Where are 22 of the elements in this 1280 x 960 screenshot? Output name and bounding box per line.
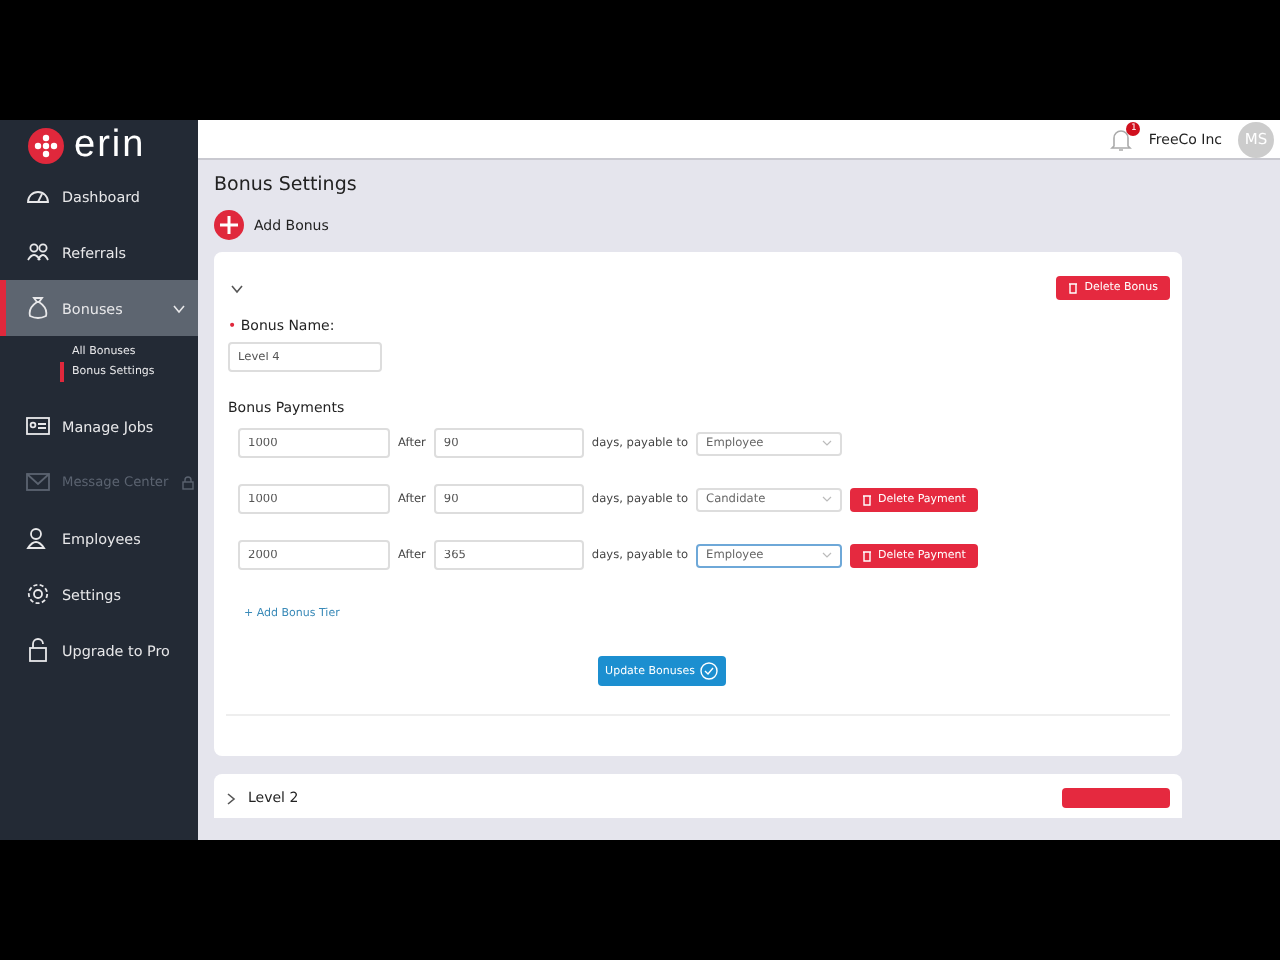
chevron-icon bbox=[822, 552, 833, 558]
trash-icon bbox=[862, 493, 873, 505]
chevron-icon bbox=[822, 496, 833, 502]
plus-icon[interactable] bbox=[214, 210, 244, 240]
money-bag-icon bbox=[26, 296, 50, 320]
id-card-icon bbox=[26, 414, 50, 438]
chevron-icon[interactable] bbox=[226, 791, 236, 805]
logo-icon bbox=[26, 126, 66, 166]
trash-icon bbox=[1068, 282, 1079, 294]
page-title: Bonus Settings bbox=[214, 174, 359, 200]
bell-icon[interactable] bbox=[1110, 127, 1133, 151]
chevron-icon[interactable] bbox=[230, 283, 244, 293]
trash-icon bbox=[862, 549, 873, 561]
envelope-icon bbox=[26, 470, 50, 494]
settings-icon bbox=[26, 582, 50, 606]
padlock-icon bbox=[182, 475, 195, 489]
padlock-icon bbox=[26, 638, 50, 662]
check-circle-icon bbox=[700, 662, 719, 680]
people-icon bbox=[26, 240, 50, 264]
chevron-icon bbox=[822, 440, 833, 446]
person-icon bbox=[26, 526, 50, 550]
logo-text: erin bbox=[74, 126, 146, 166]
